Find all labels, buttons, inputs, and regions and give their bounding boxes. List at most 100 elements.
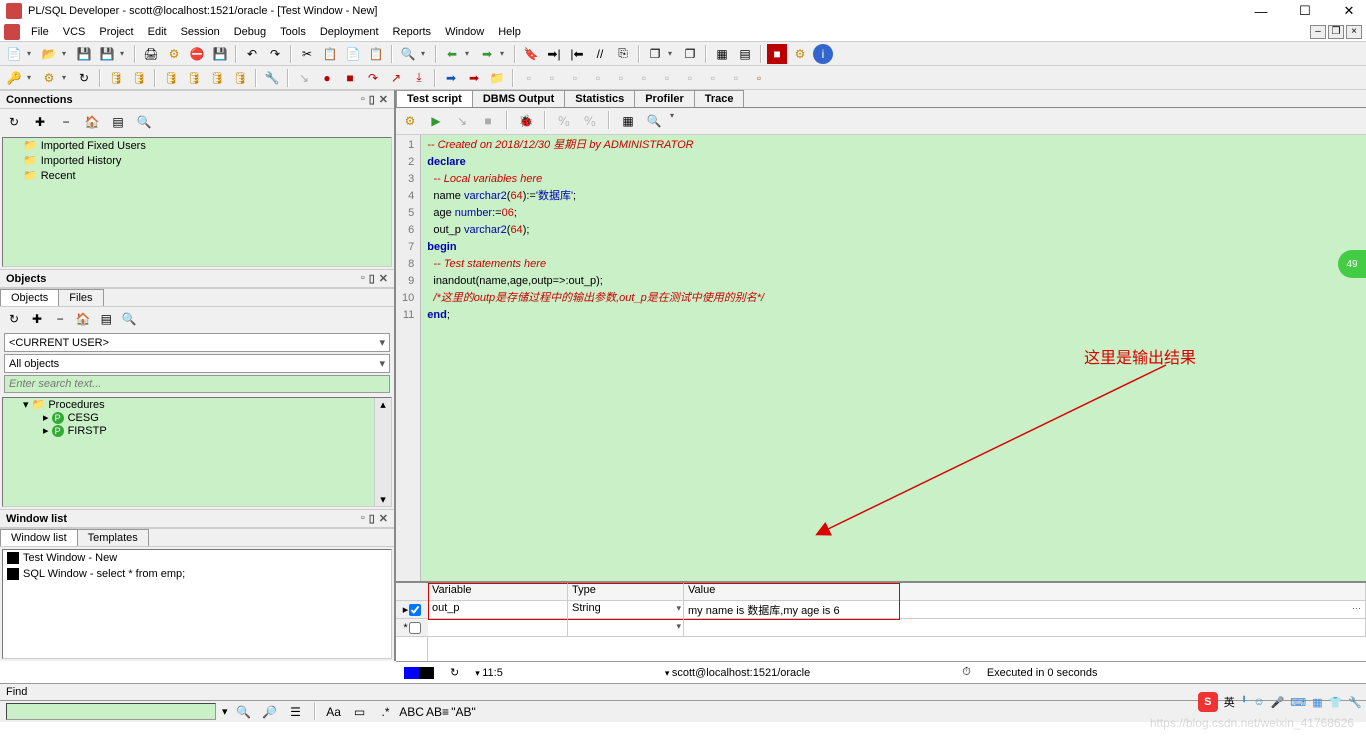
tab-templates[interactable]: Templates [77,529,149,546]
wl-dock-icon[interactable]: ▯ [369,512,375,525]
folder-button[interactable]: 📁 [487,68,507,88]
code-body[interactable]: -- Created on 2018/12/30 星期日 by ADMINIST… [421,135,770,581]
new-button[interactable]: 📄 [4,44,24,64]
menu-reports[interactable]: Reports [386,24,439,40]
obj-tree-icon[interactable]: ▤ [96,309,116,329]
d4-button[interactable]: ▫ [588,68,608,88]
conn-refresh-icon[interactable]: ↻ [4,112,24,132]
find-quote-button[interactable]: "AB" [454,702,474,722]
obj-close-icon[interactable]: ✕ [379,272,388,285]
run-red-button[interactable]: ● [317,68,337,88]
find-next-button[interactable]: 🔍 [234,702,254,722]
about-button[interactable]: i [813,44,833,64]
tab-objects[interactable]: Objects [0,289,59,306]
bugfind-button[interactable]: 🐞 [516,111,536,131]
step-over-button[interactable]: ↷ [363,68,383,88]
help-button[interactable]: ⚙ [790,44,810,64]
connections-tree[interactable]: Imported Fixed Users Imported History Re… [2,137,392,267]
back-button[interactable]: ⬅ [442,44,462,64]
menu-window[interactable]: Window [438,24,491,40]
panel-close-icon[interactable]: ✕ [379,93,388,106]
close-button[interactable]: ✕ [1336,2,1362,20]
d10-button[interactable]: ▫ [726,68,746,88]
exec-button[interactable]: ⚙ [164,44,184,64]
conn-tree-icon[interactable]: ▤ [108,112,128,132]
tree-item-firstp[interactable]: ▸ PFIRSTP [3,424,391,437]
winlist-item-sql[interactable]: SQL Window - select * from emp; [3,566,391,582]
col-variable[interactable]: Variable [428,583,568,600]
copy-button[interactable]: 📋 [320,44,340,64]
undo-button[interactable]: ↶ [242,44,262,64]
stop-button[interactable]: ■ [767,44,787,64]
forward-button[interactable]: ➡ [477,44,497,64]
redo-button[interactable]: ↷ [265,44,285,64]
find-abc-button[interactable]: ABC [402,702,422,722]
status-position[interactable]: 11:5 [475,667,503,679]
obj-find-icon[interactable]: 🔍 [119,309,139,329]
panel-dock-icon[interactable]: ▯ [369,93,375,106]
ime-s-icon[interactable]: S [1198,692,1218,712]
menu-help[interactable]: Help [491,24,528,40]
find-regex-button[interactable]: .* [376,702,396,722]
db-4-button[interactable]: 🛢 [184,68,204,88]
find-all-button[interactable]: ☰ [286,702,306,722]
step-into-button[interactable]: ↘ [294,68,314,88]
conn-node-imported-fixed[interactable]: Imported Fixed Users [3,138,391,153]
badge-count[interactable]: 49 [1338,250,1366,278]
key-button[interactable]: 🔑 [4,68,24,88]
db-2-button[interactable]: 🛢 [129,68,149,88]
obj-remove-icon[interactable]: − [50,309,70,329]
type-dropdown-icon[interactable]: ▾ [676,603,681,614]
conn-node-imported-history[interactable]: Imported History [3,153,391,168]
tab-windowlist[interactable]: Window list [0,529,78,546]
exec-script-button[interactable]: ⚙ [400,111,420,131]
gear-button[interactable]: ⚙ [39,68,59,88]
menu-project[interactable]: Project [92,24,140,40]
ime-box-icon[interactable]: ▦ [1312,696,1322,709]
tab-test-script[interactable]: Test script [396,90,473,107]
winlist-item-test[interactable]: Test Window - New [3,550,391,566]
db-1-button[interactable]: 🛢 [106,68,126,88]
row-indicator-1[interactable]: ▸ [396,601,428,619]
obj-add-icon[interactable]: ✚ [27,309,47,329]
obj-nav-icon[interactable]: 🏠 [73,309,93,329]
object-filter-combo[interactable]: All objects [4,354,390,373]
obj-pin-icon[interactable]: ▫ [361,272,365,285]
db-6-button[interactable]: 🛢 [230,68,250,88]
tree-item-cesg[interactable]: ▸ PCESG [3,411,391,424]
find-dd-icon[interactable]: ▾ [222,705,228,718]
maximize-button[interactable]: ☐ [1292,2,1318,20]
stop2-button[interactable]: ■ [478,111,498,131]
commit-button[interactable]: 💾 [210,44,230,64]
go-button[interactable]: ➡ [441,68,461,88]
objects-tree[interactable]: ▾ 📁 Procedures ▸ PCESG ▸ PFIRSTP ▴▾ [2,397,392,507]
comment-button[interactable]: // [590,44,610,64]
wl-close-icon[interactable]: ✕ [379,512,388,525]
cell-type-empty[interactable]: ▾ [568,619,684,636]
ime-tool-icon[interactable]: 🔧 [1348,696,1362,709]
format-button[interactable]: ⎘ [613,44,633,64]
find-case-button[interactable]: Aa [324,702,344,722]
sb-down[interactable]: ▾ [375,493,391,506]
go2-button[interactable]: ➡ [464,68,484,88]
conn-add-icon[interactable]: ✚ [30,112,50,132]
indent-button[interactable]: ➡| [544,44,564,64]
status-refresh-icon[interactable]: ↻ [450,666,459,679]
menu-debug[interactable]: Debug [227,24,273,40]
sb-up[interactable]: ▴ [375,398,391,411]
row-check-new[interactable] [409,622,421,634]
save-all-button[interactable]: 💾 [97,44,117,64]
current-user-combo[interactable]: <CURRENT USER> [4,333,390,352]
save-button[interactable]: 💾 [74,44,94,64]
mdi-close[interactable]: × [1346,25,1362,39]
tab-profiler[interactable]: Profiler [634,90,695,107]
wl-pin-icon[interactable]: ▫ [361,512,365,525]
ime-kb-icon[interactable]: ⌨ [1290,696,1306,709]
status-connection[interactable]: scott@localhost:1521/oracle [665,667,810,679]
tab-trace[interactable]: Trace [694,90,745,107]
find-prev-button[interactable]: 🔎 [260,702,280,722]
obj-refresh-icon[interactable]: ↻ [4,309,24,329]
step-button[interactable]: ↘ [452,111,472,131]
cascade-button[interactable]: ▤ [735,44,755,64]
panel-pin-icon[interactable]: ▫ [361,93,365,106]
